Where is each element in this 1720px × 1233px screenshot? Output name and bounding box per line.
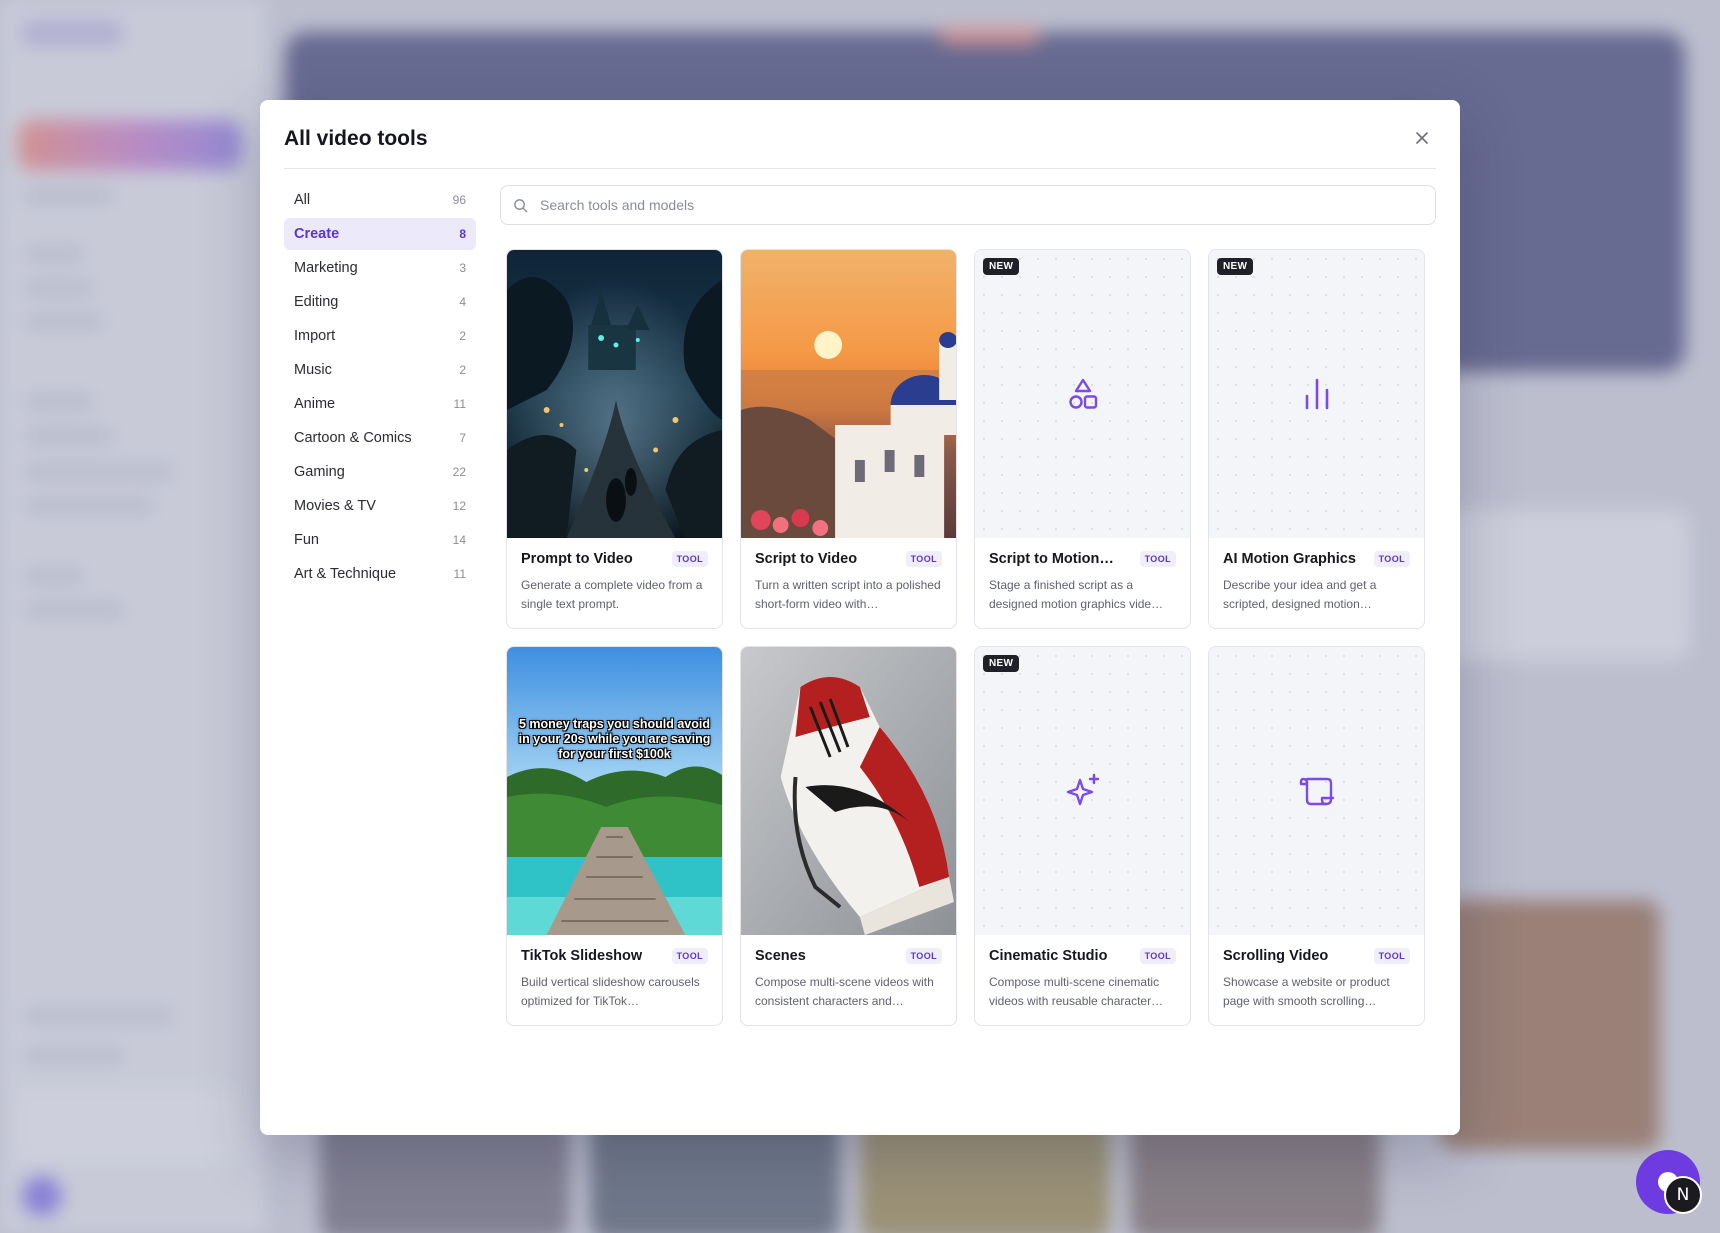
search-input[interactable]: [540, 197, 1400, 213]
tool-title: Script to Video: [755, 551, 858, 567]
category-item-import[interactable]: Import 2: [284, 320, 476, 352]
tool-tag: TOOL: [1373, 551, 1410, 567]
tool-thumbnail: NEW: [975, 647, 1190, 935]
category-count: 2: [459, 363, 466, 377]
tool-description: Turn a written script into a polished sh…: [755, 578, 941, 611]
tool-description: Compose multi-scene cinematic videos wit…: [989, 975, 1164, 1008]
new-badge: NEW: [983, 655, 1020, 672]
tool-tag: TOOL: [1373, 948, 1410, 964]
tool-card-tiktok-slideshow[interactable]: 5 money traps you should avoid in your 2…: [506, 646, 723, 1026]
category-item-create[interactable]: Create 8: [284, 218, 476, 250]
category-item-editing[interactable]: Editing 4: [284, 286, 476, 318]
category-count: 14: [452, 533, 466, 547]
category-item-fun[interactable]: Fun 14: [284, 524, 476, 556]
santorini-sunset-image: [741, 250, 956, 538]
modal-title: All video tools: [284, 127, 428, 150]
category-item-cartoon-comics[interactable]: Cartoon & Comics 7: [284, 422, 476, 454]
tool-card-script-to-motion[interactable]: NEW Script to Motion… TOOL Stage a finis…: [974, 249, 1191, 629]
category-count: 3: [459, 261, 466, 275]
tool-description: Showcase a website or product page with …: [1223, 975, 1390, 1008]
tool-card-scenes[interactable]: Scenes TOOL Compose multi-scene videos w…: [740, 646, 957, 1026]
category-label: Music: [294, 362, 332, 378]
notification-avatar[interactable]: N: [1664, 1176, 1702, 1214]
bar-chart-icon: [1305, 378, 1328, 410]
slideshow-caption: 5 money traps you should avoid in your 2…: [518, 717, 711, 761]
tool-title: Cinematic Studio: [989, 948, 1108, 964]
beach-pier-image: 5 money traps you should avoid in your 2…: [507, 647, 722, 935]
tools-grid: Prompt to Video TOOL Generate a complete…: [506, 249, 1430, 1026]
category-count: 2: [459, 329, 466, 343]
category-count: 8: [459, 227, 466, 241]
tool-card-scrolling-video[interactable]: Scrolling Video TOOL Showcase a website …: [1208, 646, 1425, 1026]
category-label: All: [294, 192, 311, 208]
tool-title: Scrolling Video: [1223, 948, 1329, 964]
scroll-icon: [1299, 777, 1334, 806]
category-item-gaming[interactable]: Gaming 22: [284, 456, 476, 488]
tool-card-prompt-to-video[interactable]: Prompt to Video TOOL Generate a complete…: [506, 249, 723, 629]
tool-tag: TOOL: [1139, 551, 1176, 567]
tool-title: Scenes: [755, 948, 806, 964]
shapes-icon: [1068, 378, 1097, 409]
category-list: All 96 Create 8 Marketing 3 Editing 4 Import 2 Mus…: [284, 184, 476, 592]
tool-description: Generate a complete video from a single …: [521, 578, 703, 611]
new-badge: NEW: [983, 258, 1020, 275]
category-label: Import: [294, 328, 336, 344]
category-label: Anime: [294, 396, 336, 412]
tool-title: Prompt to Video: [521, 551, 633, 567]
tool-thumbnail: NEW: [1209, 250, 1424, 538]
close-button[interactable]: [1410, 126, 1434, 150]
tool-thumbnail: [1209, 647, 1424, 935]
category-label: Gaming: [294, 464, 345, 480]
search-icon: [514, 198, 528, 212]
tool-tag: TOOL: [905, 551, 942, 567]
category-label: Movies & TV: [294, 498, 376, 514]
category-item-music[interactable]: Music 2: [284, 354, 476, 386]
category-item-movies-tv[interactable]: Movies & TV 12: [284, 490, 476, 522]
category-label: Create: [294, 226, 340, 242]
category-count: 22: [452, 465, 466, 479]
tool-thumbnail: NEW: [975, 250, 1190, 538]
category-label: Art & Technique: [294, 566, 397, 582]
tool-description: Build vertical slideshow carousels optim…: [521, 975, 700, 1008]
new-badge: NEW: [1217, 258, 1254, 275]
header-divider: [284, 168, 1436, 169]
category-count: 96: [452, 193, 466, 207]
tool-card-script-to-video[interactable]: Script to Video TOOL Turn a written scri…: [740, 249, 957, 629]
tool-card-cinematic-studio[interactable]: NEW Cinematic Studio TOOL Compose multi-…: [974, 646, 1191, 1026]
search-box[interactable]: [500, 185, 1436, 225]
category-label: Marketing: [294, 260, 358, 276]
tool-description: Stage a finished script as a designed mo…: [989, 578, 1164, 611]
all-video-tools-modal: All video tools All 96 Create 8 Marketing 3 Ed…: [260, 100, 1460, 1135]
sparkles-icon: [1066, 773, 1099, 806]
category-label: Editing: [294, 294, 339, 310]
category-label: Fun: [294, 532, 319, 548]
tool-title: TikTok Slideshow: [521, 948, 643, 964]
close-icon: [1416, 132, 1428, 144]
category-item-art-technique[interactable]: Art & Technique 11: [284, 558, 476, 590]
category-count: 7: [459, 431, 466, 445]
tool-tag: TOOL: [1139, 948, 1176, 964]
tool-tag: TOOL: [671, 948, 708, 964]
category-count: 12: [452, 499, 466, 513]
tool-card-ai-motion-graphics[interactable]: NEW AI Motion Graphics TOOL Describe you…: [1208, 249, 1425, 629]
category-item-anime[interactable]: Anime 11: [284, 388, 476, 420]
category-item-all[interactable]: All 96: [284, 184, 476, 216]
category-count: 4: [459, 295, 466, 309]
tool-tag: TOOL: [671, 551, 708, 567]
tool-title: Script to Motion…: [989, 551, 1114, 567]
category-count: 11: [453, 567, 466, 581]
fantasy-village-image: [507, 250, 722, 538]
tool-description: Describe your idea and get a scripted, d…: [1223, 578, 1377, 611]
sneaker-image: [741, 647, 956, 935]
category-count: 11: [453, 397, 466, 411]
tool-tag: TOOL: [905, 948, 942, 964]
tool-title: AI Motion Graphics: [1223, 551, 1356, 567]
tool-description: Compose multi-scene videos with consiste…: [755, 975, 934, 1008]
category-label: Cartoon & Comics: [294, 430, 412, 446]
category-item-marketing[interactable]: Marketing 3: [284, 252, 476, 284]
